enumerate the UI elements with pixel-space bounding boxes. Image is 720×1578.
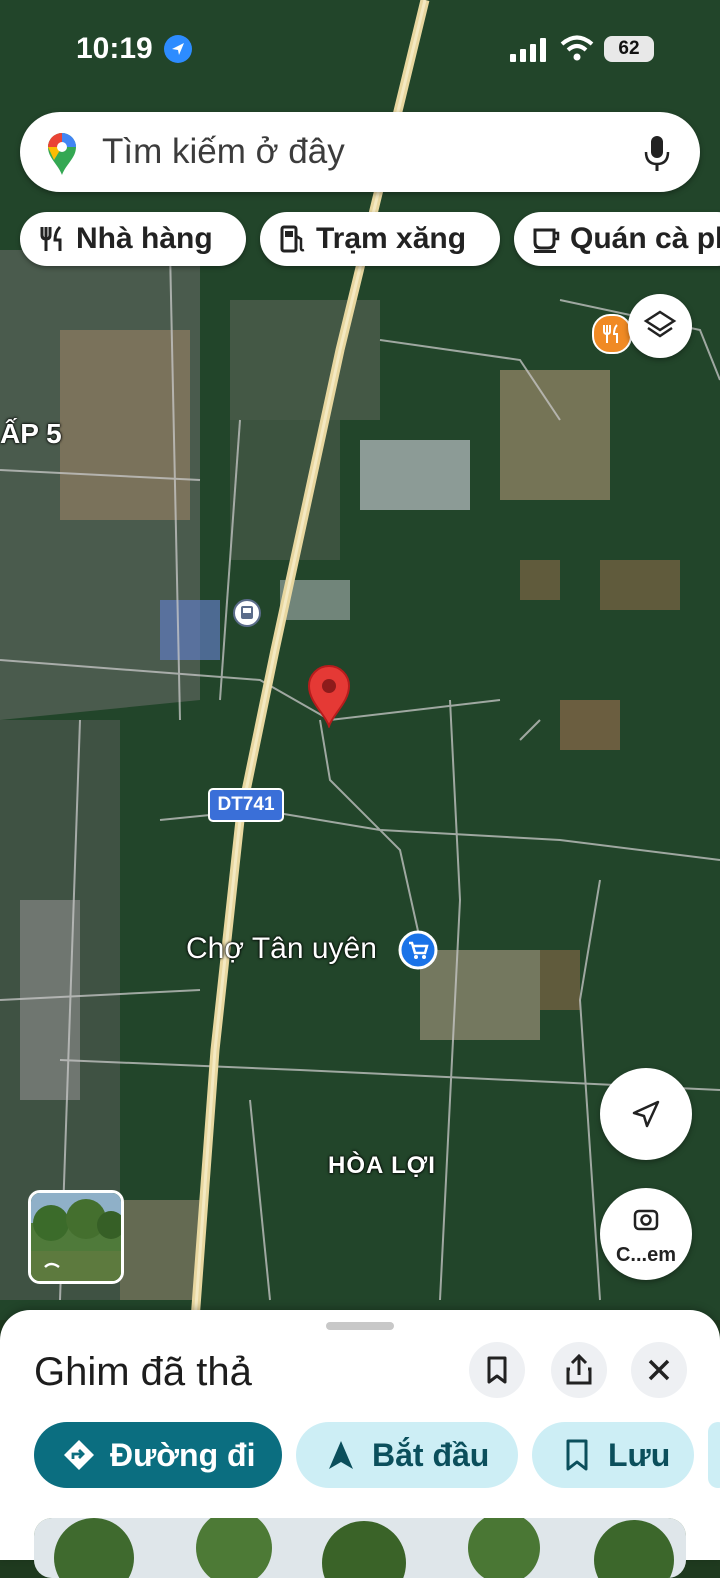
navigation-arrow-icon xyxy=(329,1441,353,1469)
start-button[interactable]: Bắt đầu xyxy=(296,1422,518,1488)
save-bookmark-button[interactable] xyxy=(469,1342,525,1398)
save-button[interactable]: Lưu xyxy=(532,1422,694,1488)
maps-logo-icon xyxy=(48,133,76,175)
start-label: Bắt đầu xyxy=(372,1436,490,1473)
sheet-drag-handle[interactable] xyxy=(326,1322,394,1330)
microphone-icon[interactable] xyxy=(644,134,670,172)
close-button[interactable] xyxy=(631,1342,687,1398)
status-bar: 10:19 62 xyxy=(0,0,720,100)
hamlet-label: ẤP 5 xyxy=(0,418,62,449)
battery-indicator: 62 xyxy=(604,36,654,62)
status-time: 10:19 xyxy=(76,32,153,65)
chip-label: Quán cà phê xyxy=(570,222,720,255)
area-label: HÒA LỢI xyxy=(328,1152,436,1179)
directions-icon xyxy=(64,1440,94,1470)
street-view-thumbnail[interactable] xyxy=(28,1190,124,1284)
lens-camera-label: C...em xyxy=(615,1244,677,1266)
cellular-signal-icon xyxy=(510,38,546,62)
bookmark-icon xyxy=(566,1439,588,1471)
dropped-pin-icon[interactable] xyxy=(305,662,353,728)
sheet-title: Ghim đã thả xyxy=(34,1350,252,1394)
market-label[interactable]: Chợ Tân uyên xyxy=(186,932,377,966)
bookmark-icon xyxy=(487,1356,507,1384)
chip-restaurants[interactable]: Nhà hàng xyxy=(20,212,246,266)
road-badge-dt741: DT741 xyxy=(208,788,284,822)
close-icon xyxy=(648,1359,670,1381)
search-input[interactable]: Tìm kiếm ở đây xyxy=(102,132,345,172)
lens-camera-button[interactable]: C...em xyxy=(600,1188,692,1280)
navigation-arrow-icon xyxy=(632,1100,660,1128)
layers-icon xyxy=(643,310,677,338)
street-view-image xyxy=(31,1193,121,1281)
shopping-cart-icon[interactable] xyxy=(398,930,438,970)
place-photo-image xyxy=(34,1518,686,1578)
more-actions-button[interactable] xyxy=(708,1422,720,1488)
fork-knife-icon xyxy=(40,225,62,251)
camera-icon xyxy=(633,1209,659,1231)
coffee-cup-icon xyxy=(533,228,560,253)
wifi-icon xyxy=(560,35,594,61)
search-bar[interactable]: Tìm kiếm ở đây xyxy=(20,112,700,192)
directions-button[interactable]: Đường đi xyxy=(34,1422,282,1488)
chip-coffee[interactable]: Quán cà phê xyxy=(514,212,720,266)
restaurant-pin-icon[interactable] xyxy=(592,314,632,354)
chip-label: Trạm xăng xyxy=(316,222,467,255)
share-icon xyxy=(566,1353,592,1385)
gas-station-icon xyxy=(280,225,305,253)
layers-button[interactable] xyxy=(628,294,692,358)
location-services-icon xyxy=(164,35,192,63)
chip-gas-stations[interactable]: Trạm xăng xyxy=(260,212,500,266)
directions-label: Đường đi xyxy=(110,1436,256,1473)
satellite-map[interactable]: DT741 Chợ Tân uyên HÒA LỢI ẤP 5 C...em xyxy=(0,0,720,1320)
chip-label: Nhà hàng xyxy=(76,222,213,255)
save-label: Lưu xyxy=(608,1436,671,1473)
category-chips: Nhà hàng Trạm xăng Quán cà phê xyxy=(0,212,720,268)
share-button[interactable] xyxy=(551,1342,607,1398)
place-bottom-sheet[interactable]: Ghim đã thả Đường đi Bắt đầu Lưu xyxy=(0,1310,720,1578)
bus-stop-icon[interactable] xyxy=(232,598,262,628)
my-location-button[interactable] xyxy=(600,1068,692,1160)
place-photo[interactable] xyxy=(34,1518,686,1578)
